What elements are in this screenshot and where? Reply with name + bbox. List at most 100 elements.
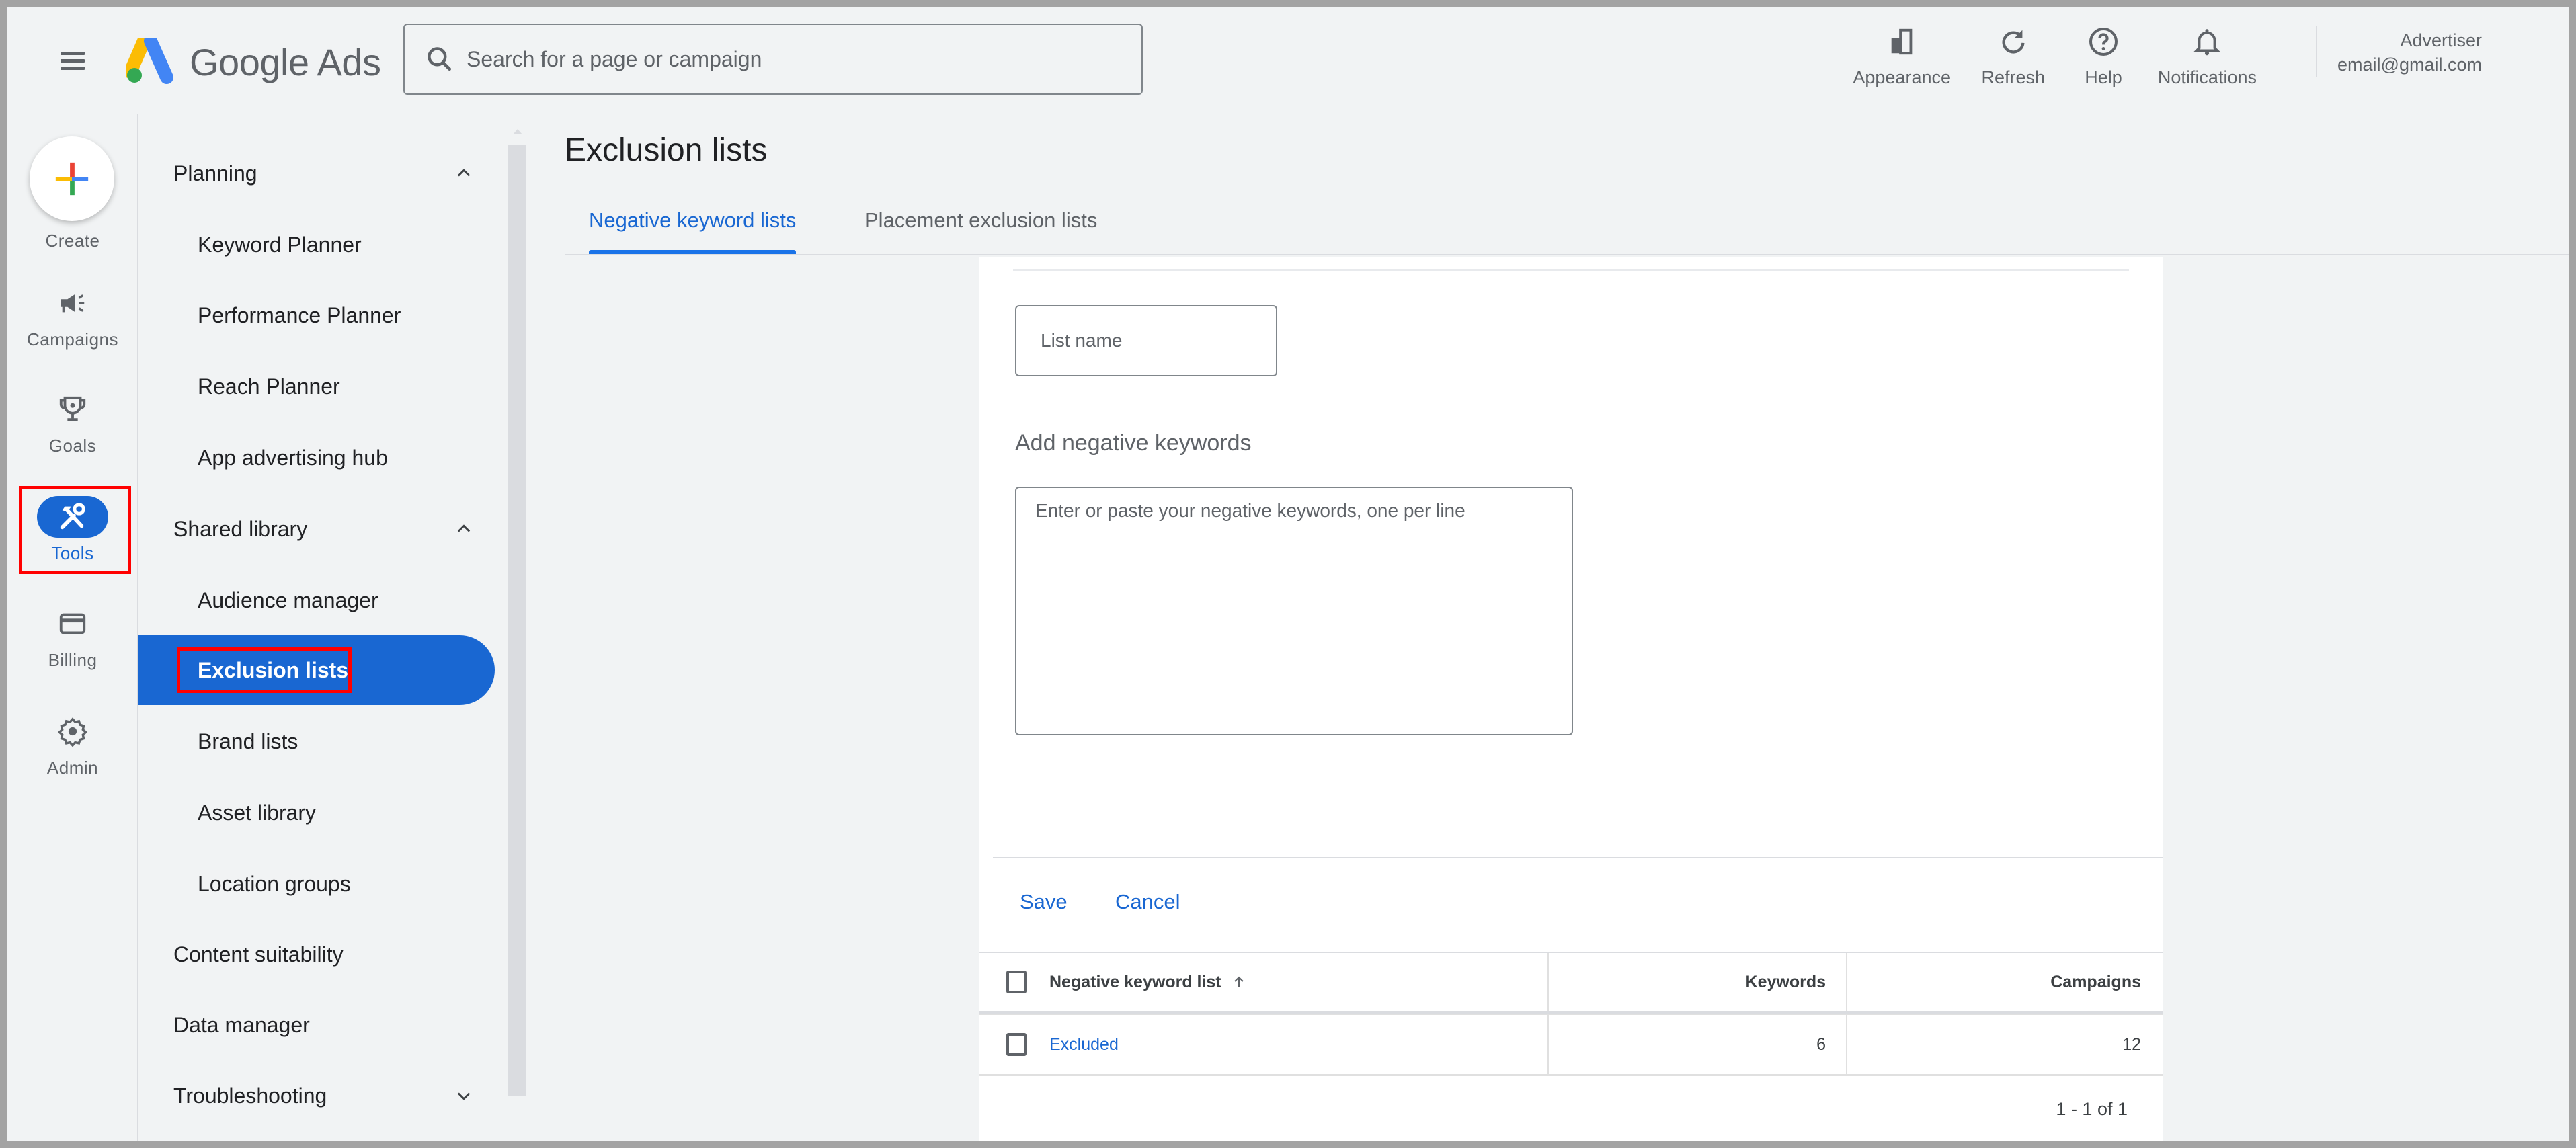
subnav-label: Data manager (173, 1012, 310, 1037)
rail-item-campaigns[interactable]: Campaigns (7, 282, 138, 350)
notifications-button[interactable]: Notifications (2158, 23, 2257, 88)
subnav-label: Keyword Planner (198, 232, 362, 257)
header-cell-keywords[interactable]: Keywords (1547, 953, 1846, 1011)
subnav-item-keyword-planner[interactable]: Keyword Planner (138, 210, 495, 280)
negative-keyword-lists-table: Negative keyword list Keywords Campaigns… (979, 952, 2163, 1141)
subnav-section-shared-library[interactable]: Shared library (138, 494, 495, 564)
rail-item-label: Goals (48, 436, 97, 456)
row-cell-name: Excluded (979, 1015, 1547, 1074)
column-header-campaigns: Campaigns (2050, 972, 2141, 991)
tools-icon (60, 503, 85, 530)
search-input[interactable] (467, 46, 1072, 72)
chevron-down-icon (457, 1092, 471, 1100)
select-all-checkbox[interactable] (1006, 971, 1027, 993)
header-cell-name[interactable]: Negative keyword list (979, 953, 1547, 1011)
subnav-item-brand-lists[interactable]: Brand lists (138, 706, 495, 776)
account-email: email@gmail.com (2337, 54, 2482, 75)
subnav-label: Planning (173, 161, 257, 186)
subnav-section-planning[interactable]: Planning (138, 138, 495, 208)
main-content: Exclusion lists Negative keyword lists P… (565, 114, 2569, 1141)
tab-bar: Negative keyword lists Placement exclusi… (565, 195, 2569, 255)
account-info[interactable]: Advertiser email@gmail.com (2337, 28, 2482, 77)
row-cell-keywords: 6 (1547, 1015, 1846, 1074)
gear-icon (57, 717, 88, 747)
search-box[interactable] (403, 24, 1143, 95)
tab-negative-keyword-lists[interactable]: Negative keyword lists (589, 208, 797, 254)
help-button[interactable]: Help (2085, 23, 2122, 88)
new-list-card: Add negative keywords Save Cancel Negati… (979, 257, 2163, 1141)
create-label: Create (45, 231, 100, 251)
scroll-up-arrow[interactable] (513, 129, 522, 134)
account-role: Advertiser (2400, 30, 2482, 50)
cancel-button[interactable]: Cancel (1115, 890, 1180, 914)
subnav-label: Troubleshooting (173, 1083, 327, 1108)
row-checkbox[interactable] (1006, 1033, 1027, 1056)
refresh-button[interactable]: Refresh (1981, 23, 2045, 88)
subnav-label: Exclusion lists (198, 657, 349, 682)
plus-icon (55, 162, 89, 196)
table-row: Excluded 6 12 (979, 1014, 2163, 1074)
tab-placement-exclusion-lists[interactable]: Placement exclusion lists (864, 208, 1097, 253)
tools-subnav: Planning Keyword Planner Performance Pla… (138, 114, 526, 1141)
rail-item-billing[interactable]: Billing (7, 603, 138, 671)
subnav-label: Performance Planner (198, 302, 401, 327)
subnav-label: Content suitability (173, 942, 344, 967)
appearance-button[interactable]: Appearance (1853, 23, 1951, 88)
subnav-item-content-suitability[interactable]: Content suitability (138, 919, 495, 989)
negative-keywords-textarea[interactable] (1015, 487, 1573, 735)
subnav-item-app-advertising-hub[interactable]: App advertising hub (138, 423, 495, 493)
search-icon (428, 47, 452, 71)
rail-create-label-wrap: Create (7, 225, 138, 251)
keywords-count: 6 (1816, 1034, 1826, 1054)
subnav-label: Audience manager (198, 587, 378, 612)
trophy-icon (59, 396, 86, 421)
subnav-item-data-manager[interactable]: Data manager (138, 990, 495, 1060)
rail-item-label: Campaigns (26, 329, 118, 350)
subnav-label: Reach Planner (198, 374, 340, 399)
table-header-row: Negative keyword list Keywords Campaigns (979, 952, 2163, 1014)
save-button[interactable]: Save (1020, 890, 1068, 914)
rail-item-label: Admin (46, 757, 99, 778)
header-cell-campaigns[interactable]: Campaigns (1846, 953, 2163, 1011)
subnav-item-exclusion-lists[interactable]: Exclusion lists (138, 635, 495, 705)
chevron-up-icon (457, 169, 471, 177)
chevron-up-icon (457, 524, 471, 532)
help-label: Help (2085, 67, 2122, 87)
rail-item-label: Billing (48, 650, 97, 670)
subnav-item-performance-planner[interactable]: Performance Planner (138, 280, 495, 350)
rail-item-goals[interactable]: Goals (7, 388, 138, 456)
google-ads-logo[interactable]: Google Ads (126, 36, 381, 87)
subnav-section-troubleshooting[interactable]: Troubleshooting (138, 1061, 495, 1131)
subnav-label: Shared library (173, 516, 308, 541)
left-rail: Create Campaigns Goals Tools Billing Adm… (7, 114, 138, 1141)
megaphone-icon (61, 294, 85, 313)
notifications-label: Notifications (2157, 67, 2257, 87)
campaigns-count: 12 (2122, 1034, 2141, 1054)
list-name-link[interactable]: Excluded (1049, 1035, 1119, 1055)
subnav-scrollbar[interactable] (508, 145, 526, 1096)
hamburger-menu-icon[interactable] (58, 46, 87, 75)
header-divider (2316, 26, 2317, 77)
card-top-divider (1013, 269, 2129, 271)
subnav-item-location-groups[interactable]: Location groups (138, 849, 495, 919)
list-name-input[interactable] (1015, 305, 1277, 376)
sort-ascending-icon[interactable] (1231, 973, 1247, 991)
column-header-keywords: Keywords (1745, 972, 1826, 991)
refresh-icon (2002, 30, 2025, 54)
rail-item-admin[interactable]: Admin (7, 710, 138, 778)
add-negative-keywords-heading: Add negative keywords (1015, 430, 1252, 456)
pagination-info: 1 - 1 of 1 (2056, 1099, 2128, 1119)
subnav-item-audience-manager[interactable]: Audience manager (138, 565, 495, 635)
page-title: Exclusion lists (565, 132, 768, 168)
form-divider (993, 857, 2163, 858)
top-header: Google Ads Appearance (7, 7, 2569, 114)
subnav-item-reach-planner[interactable]: Reach Planner (138, 352, 495, 421)
credit-card-icon (59, 613, 86, 634)
rail-item-tools[interactable]: Tools (7, 496, 138, 564)
subnav-item-asset-library[interactable]: Asset library (138, 778, 495, 848)
appearance-label: Appearance (1853, 67, 1951, 87)
column-header-name: Negative keyword list (1049, 972, 1221, 991)
table-footer: 1 - 1 of 1 (979, 1074, 2163, 1141)
google-ads-app: Google Ads Appearance (7, 7, 2569, 1141)
create-button[interactable] (30, 136, 114, 221)
